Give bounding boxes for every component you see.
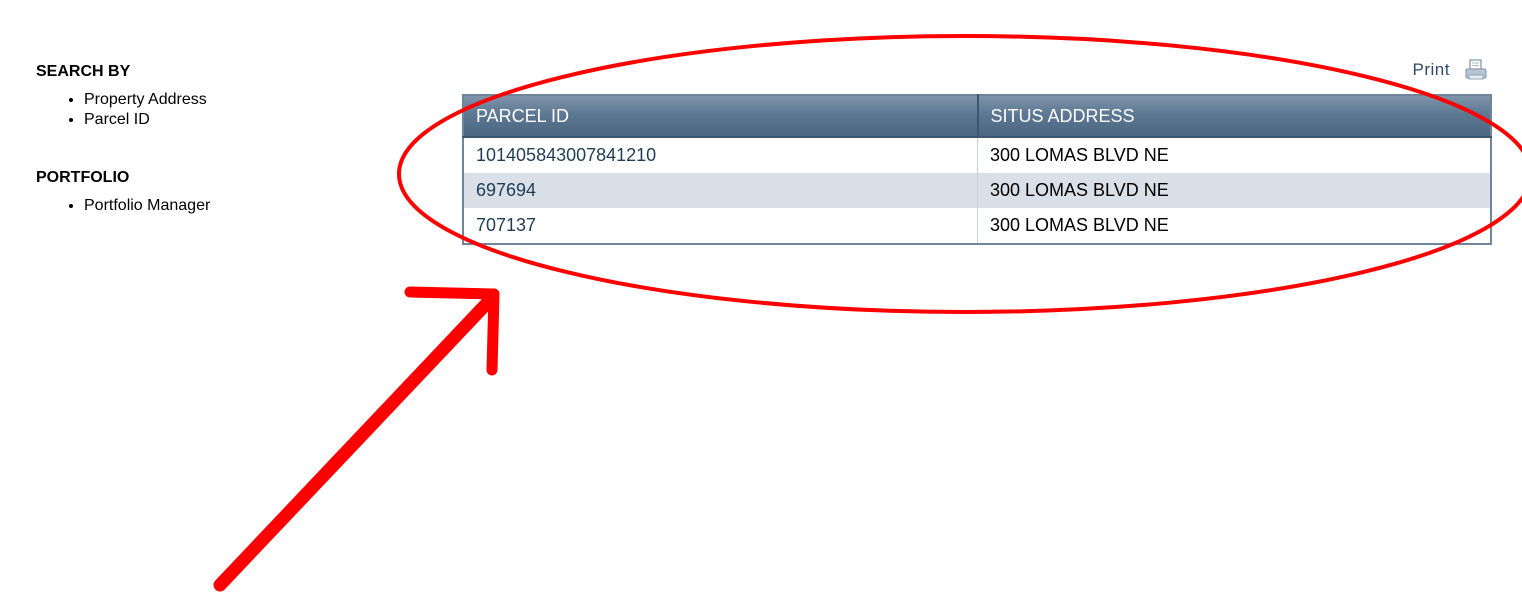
results-table: PARCEL ID SITUS ADDRESS 1014058430078412… bbox=[462, 94, 1492, 245]
table-row[interactable]: 101405843007841210 300 LOMAS BLVD NE bbox=[463, 137, 1491, 173]
sidebar: SEARCH BY Property Address Parcel ID POR… bbox=[36, 62, 366, 216]
table-row[interactable]: 697694 300 LOMAS BLVD NE bbox=[463, 173, 1491, 208]
parcel-id-link[interactable]: 101405843007841210 bbox=[463, 137, 978, 173]
section-search-by: SEARCH BY Property Address Parcel ID bbox=[36, 62, 366, 130]
search-by-list: Property Address Parcel ID bbox=[36, 90, 366, 130]
print-button[interactable]: Print bbox=[1413, 58, 1488, 82]
parcel-id-link[interactable]: 697694 bbox=[463, 173, 978, 208]
page: SEARCH BY Property Address Parcel ID POR… bbox=[0, 0, 1522, 594]
sidebar-item-parcel-id[interactable]: Parcel ID bbox=[84, 110, 366, 130]
situs-address-cell: 300 LOMAS BLVD NE bbox=[990, 215, 1169, 235]
column-header-situs-address[interactable]: SITUS ADDRESS bbox=[977, 95, 1491, 138]
table-row[interactable]: 707137 300 LOMAS BLVD NE bbox=[463, 208, 1491, 244]
sidebar-item-property-address[interactable]: Property Address bbox=[84, 90, 366, 110]
situs-address-cell: 300 LOMAS BLVD NE bbox=[990, 145, 1169, 165]
table-body: 101405843007841210 300 LOMAS BLVD NE 697… bbox=[463, 137, 1491, 244]
column-header-parcel-id[interactable]: PARCEL ID bbox=[463, 95, 979, 138]
arrow-icon bbox=[213, 286, 500, 592]
table-header: PARCEL ID SITUS ADDRESS bbox=[463, 95, 1491, 138]
print-label: Print bbox=[1412, 60, 1450, 79]
sidebar-item-portfolio-manager[interactable]: Portfolio Manager bbox=[84, 196, 366, 216]
portfolio-list: Portfolio Manager bbox=[36, 196, 366, 216]
search-by-heading: SEARCH BY bbox=[36, 63, 131, 80]
section-portfolio: PORTFOLIO Portfolio Manager bbox=[36, 168, 366, 216]
table-header-row: PARCEL ID SITUS ADDRESS bbox=[463, 95, 1491, 138]
portfolio-heading: PORTFOLIO bbox=[36, 169, 130, 186]
printer-icon bbox=[1465, 59, 1487, 80]
situs-address-cell: 300 LOMAS BLVD NE bbox=[977, 173, 1491, 208]
parcel-id-link[interactable]: 707137 bbox=[463, 208, 978, 244]
